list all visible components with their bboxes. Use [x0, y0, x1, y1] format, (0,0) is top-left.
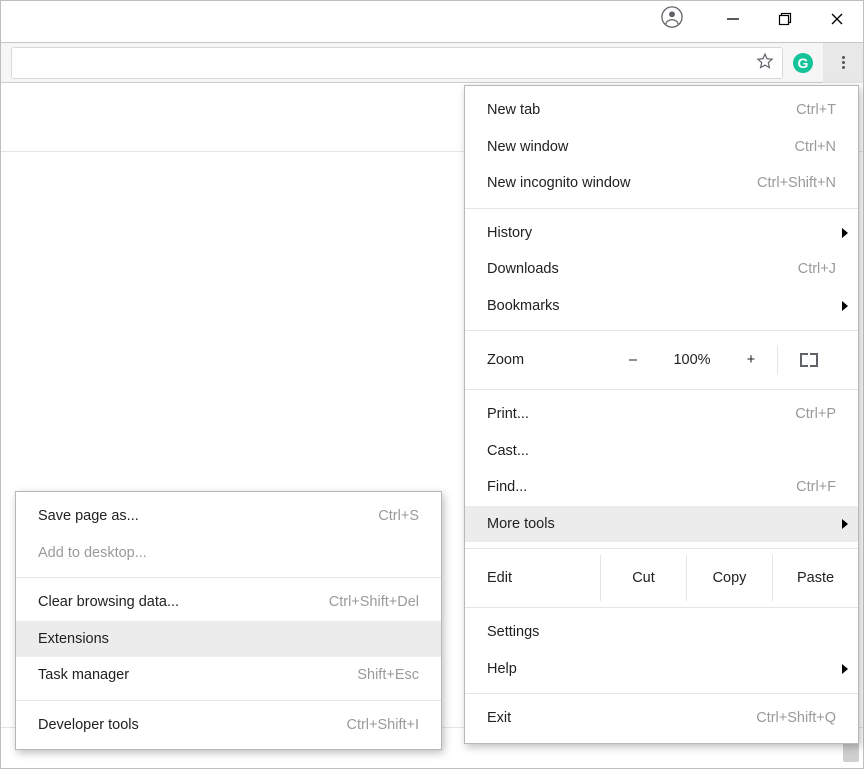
menu-item-label: Settings — [487, 624, 836, 640]
customize-menu-button[interactable] — [823, 43, 863, 83]
menu-exit[interactable]: Exit Ctrl+Shift+Q — [465, 700, 858, 737]
menu-zoom: Zoom – 100% + — [465, 337, 858, 383]
menu-add-to-desktop: Add to desktop... — [16, 535, 441, 572]
menu-item-shortcut: Ctrl+Shift+N — [757, 175, 836, 191]
window-close-button[interactable] — [811, 1, 863, 37]
menu-item-shortcut: Shift+Esc — [357, 667, 419, 683]
menu-save-page[interactable]: Save page as... Ctrl+S — [16, 498, 441, 535]
menu-extensions[interactable]: Extensions — [16, 621, 441, 658]
menu-cast[interactable]: Cast... — [465, 433, 858, 470]
menu-item-shortcut: Ctrl+F — [796, 479, 836, 495]
zoom-out-button[interactable]: – — [607, 337, 659, 383]
menu-item-shortcut: Ctrl+S — [378, 508, 419, 524]
menu-item-label: Edit — [465, 555, 600, 601]
omnibox[interactable] — [11, 47, 783, 79]
fullscreen-icon — [800, 353, 818, 367]
menu-item-label: Find... — [487, 479, 762, 495]
menu-item-label: Cast... — [487, 443, 836, 459]
edit-cut-button[interactable]: Cut — [600, 555, 686, 601]
menu-item-label: New tab — [487, 102, 762, 118]
menu-item-label: Help — [487, 661, 836, 677]
zoom-level-value: 100% — [659, 352, 725, 368]
menu-item-label: New incognito window — [487, 175, 723, 191]
menu-new-window[interactable]: New window Ctrl+N — [465, 129, 858, 166]
browser-toolbar: G — [1, 43, 863, 83]
chrome-menu: New tab Ctrl+T New window Ctrl+N New inc… — [464, 85, 859, 744]
menu-item-label: New window — [487, 139, 761, 155]
extension-grammarly-button[interactable]: G — [783, 43, 823, 83]
edit-paste-button[interactable]: Paste — [772, 555, 858, 601]
menu-item-label: Print... — [487, 406, 761, 422]
menu-task-manager[interactable]: Task manager Shift+Esc — [16, 657, 441, 694]
menu-downloads[interactable]: Downloads Ctrl+J — [465, 251, 858, 288]
menu-settings[interactable]: Settings — [465, 614, 858, 651]
menu-find[interactable]: Find... Ctrl+F — [465, 469, 858, 506]
grammarly-icon: G — [793, 53, 813, 73]
menu-edit: Edit Cut Copy Paste — [465, 555, 858, 601]
more-tools-submenu: Save page as... Ctrl+S Add to desktop...… — [15, 491, 442, 750]
menu-item-label: History — [487, 225, 836, 241]
window-controls — [707, 1, 863, 37]
chevron-right-icon — [842, 301, 848, 311]
menu-item-label: More tools — [487, 516, 836, 532]
star-icon[interactable] — [756, 52, 774, 74]
menu-print[interactable]: Print... Ctrl+P — [465, 396, 858, 433]
menu-separator — [465, 548, 858, 549]
window-minimize-button[interactable] — [707, 1, 759, 37]
window-titlebar — [1, 1, 863, 37]
menu-item-label: Add to desktop... — [38, 545, 419, 561]
profile-icon[interactable] — [661, 6, 683, 32]
menu-item-label: Downloads — [487, 261, 764, 277]
fullscreen-button[interactable] — [778, 353, 840, 367]
menu-separator — [16, 577, 441, 578]
menu-separator — [465, 389, 858, 390]
menu-separator — [465, 330, 858, 331]
menu-help[interactable]: Help — [465, 651, 858, 688]
menu-item-label: Task manager — [38, 667, 323, 683]
menu-item-shortcut: Ctrl+N — [795, 139, 837, 155]
menu-developer-tools[interactable]: Developer tools Ctrl+Shift+I — [16, 707, 441, 744]
menu-item-label: Exit — [487, 710, 722, 726]
menu-more-tools[interactable]: More tools — [465, 506, 858, 543]
edit-copy-button[interactable]: Copy — [686, 555, 772, 601]
menu-item-shortcut: Ctrl+P — [795, 406, 836, 422]
menu-item-label: Extensions — [38, 631, 419, 647]
menu-separator — [465, 607, 858, 608]
vertical-dots-icon — [842, 54, 845, 71]
menu-item-label: Bookmarks — [487, 298, 836, 314]
menu-item-label: Developer tools — [38, 717, 312, 733]
menu-item-label: Save page as... — [38, 508, 344, 524]
menu-item-shortcut: Ctrl+J — [798, 261, 836, 277]
menu-history[interactable]: History — [465, 215, 858, 252]
menu-item-shortcut: Ctrl+Shift+Q — [756, 710, 836, 726]
toolbar-actions: G — [783, 43, 863, 82]
menu-new-tab[interactable]: New tab Ctrl+T — [465, 92, 858, 129]
menu-separator — [465, 693, 858, 694]
menu-bookmarks[interactable]: Bookmarks — [465, 288, 858, 325]
menu-item-label: Zoom — [487, 352, 607, 368]
chevron-right-icon — [842, 664, 848, 674]
menu-item-shortcut: Ctrl+T — [796, 102, 836, 118]
menu-item-shortcut: Ctrl+Shift+Del — [329, 594, 419, 610]
menu-clear-browsing-data[interactable]: Clear browsing data... Ctrl+Shift+Del — [16, 584, 441, 621]
menu-separator — [16, 700, 441, 701]
omnibox-container — [11, 43, 783, 82]
zoom-in-button[interactable]: + — [725, 337, 777, 383]
menu-item-shortcut: Ctrl+Shift+I — [346, 717, 419, 733]
menu-separator — [465, 208, 858, 209]
menu-new-incognito[interactable]: New incognito window Ctrl+Shift+N — [465, 165, 858, 202]
chevron-right-icon — [842, 519, 848, 529]
window-maximize-button[interactable] — [759, 1, 811, 37]
chevron-right-icon — [842, 228, 848, 238]
menu-item-label: Clear browsing data... — [38, 594, 295, 610]
